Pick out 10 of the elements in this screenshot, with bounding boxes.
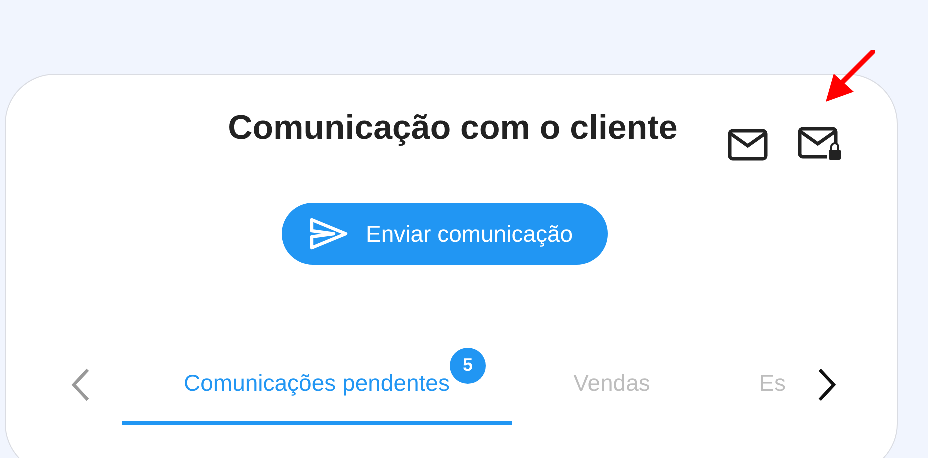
send-icon bbox=[310, 218, 348, 250]
annotation-arrow bbox=[824, 50, 876, 104]
page-title: Comunicação com o cliente bbox=[228, 109, 678, 148]
send-button[interactable]: Enviar comunicação bbox=[282, 203, 608, 265]
tab[interactable]: Es bbox=[712, 345, 786, 425]
count-badge: 5 bbox=[450, 348, 486, 384]
tab[interactable]: Comunicações pendentes 5 bbox=[122, 345, 512, 425]
mail-lock-icon[interactable] bbox=[798, 127, 842, 161]
mail-icon[interactable] bbox=[728, 129, 768, 161]
tab[interactable]: Vendas bbox=[512, 345, 712, 425]
